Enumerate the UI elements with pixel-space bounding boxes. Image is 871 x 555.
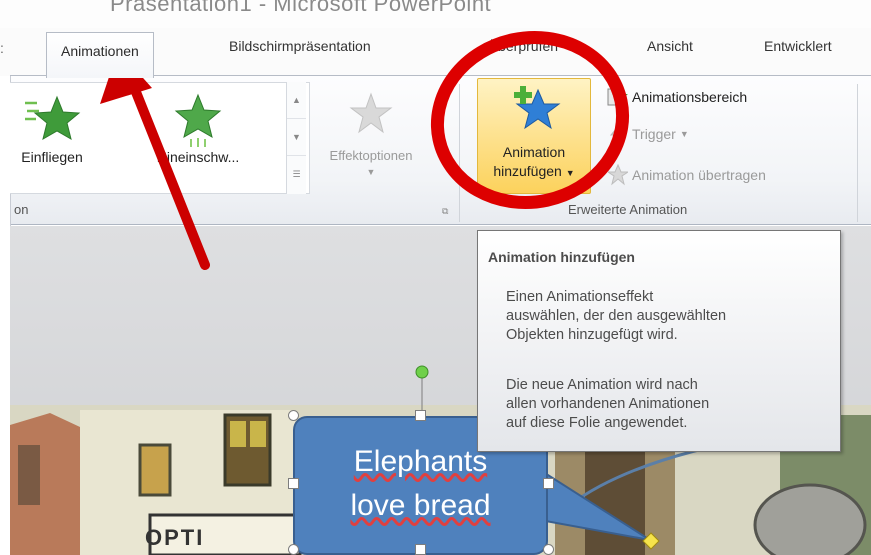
red-circle-annotation [430,30,630,210]
annotation-overlay [100,30,630,270]
tab-animationen[interactable]: Animationen [46,32,154,78]
red-arrow-annotation [100,50,210,270]
